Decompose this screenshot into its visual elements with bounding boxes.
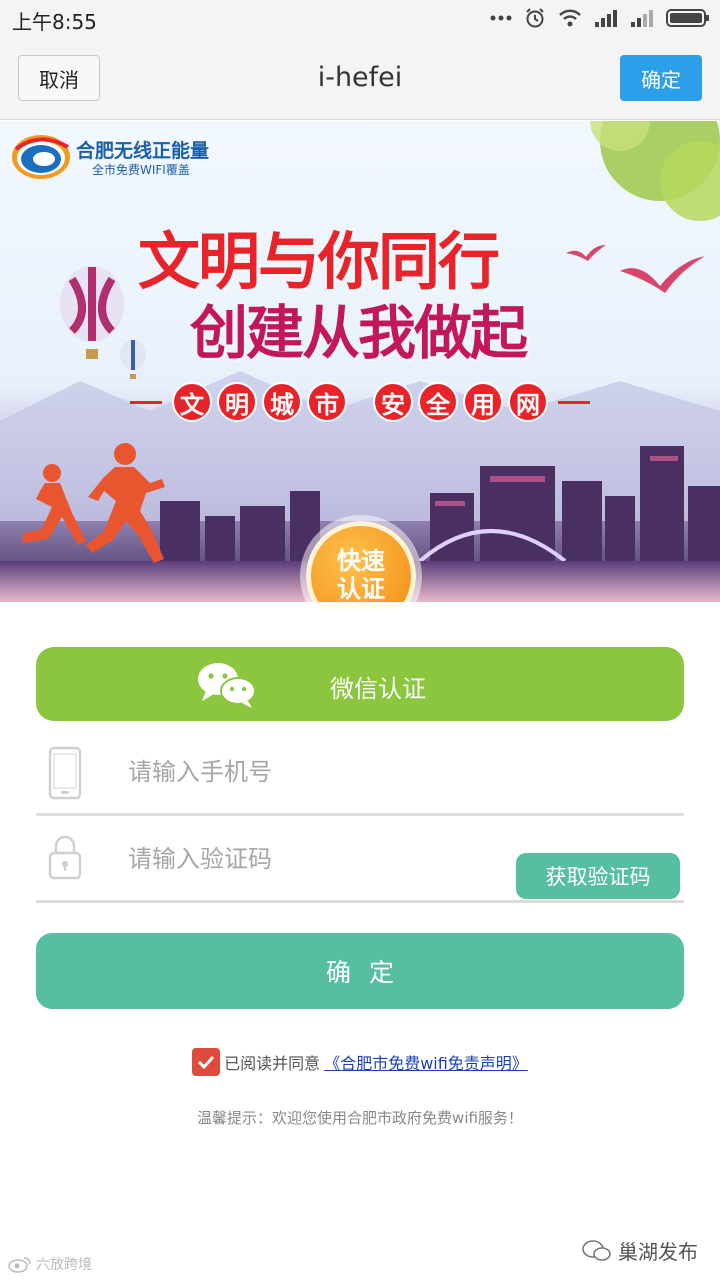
welcome-tip: 温馨提示：欢迎您使用合肥市政府免费wifi服务！ [197, 1109, 523, 1127]
status-icons [490, 7, 710, 29]
tag-char: 明 [217, 382, 257, 422]
signal-icon [595, 10, 617, 27]
promo-banner: 合肥无线正能量 全市免费WIFI覆盖 文明与你同行 创建从我做起 文 明 城 市… [0, 121, 720, 602]
wechat-auth-label: 微信认证 [330, 675, 426, 703]
lock-icon [48, 835, 82, 880]
logo-title: 合肥无线正能量 [76, 140, 210, 162]
agree-checkbox[interactable] [192, 1048, 221, 1076]
tag-char: 网 [508, 382, 548, 422]
badge-line-1: 快速 [337, 547, 385, 576]
disclaimer-link[interactable]: 《合肥市免费wifi免责声明》 [324, 1050, 528, 1074]
wifi-icon [559, 9, 581, 27]
more-dots-icon [490, 15, 512, 21]
tag-group-civilized-city: 文 明 城 市 安 全 用 网 [172, 382, 548, 422]
tag-char: 全 [418, 382, 458, 422]
signal-icon-2 [631, 10, 653, 27]
watermark-left-text: 六放跨境 [36, 1257, 92, 1273]
status-time: 上午8:55 [12, 10, 97, 34]
wechat-watermark-icon [582, 1239, 611, 1261]
tag-char: 安 [373, 382, 413, 422]
logo-subtitle: 全市免费WIFI覆盖 [92, 163, 190, 177]
phone-icon [48, 746, 82, 800]
agreement-row: 已阅读并同意 《合肥市免费wifi免责声明》 [0, 1048, 720, 1076]
slogan-line-2: 创建从我做起 [190, 299, 528, 367]
tag-char: 城 [262, 382, 302, 422]
weibo-icon [8, 1257, 31, 1273]
submit-button[interactable]: 确定 [36, 933, 684, 1009]
alarm-icon [526, 8, 544, 28]
tag-char: 市 [307, 382, 347, 422]
status-bar: 上午8:55 [0, 0, 720, 38]
tag-char: 用 [463, 382, 503, 422]
watermark-left: 六放跨境 [8, 1254, 92, 1274]
code-input[interactable] [128, 839, 488, 879]
confirm-button[interactable]: 确定 [620, 55, 702, 101]
battery-icon [666, 9, 709, 27]
checkmark-icon [198, 1055, 215, 1069]
nav-bar: 取消 i-hefei 确定 [0, 38, 720, 120]
agree-prefix: 已阅读并同意 [224, 1054, 321, 1073]
phone-field-row [36, 728, 684, 816]
get-code-button[interactable]: 获取验证码 [516, 853, 680, 899]
hefei-wifi-logo [12, 135, 70, 179]
slogan-tags: 文 明 城 市 安 全 用 网 [130, 379, 590, 425]
phone-input[interactable] [128, 752, 488, 792]
tag-divider-left [130, 400, 162, 404]
tag-divider-right [558, 400, 590, 404]
page-title: i-hefei [317, 62, 403, 93]
badge-line-2: 认证 [337, 575, 385, 602]
tag-char: 文 [172, 382, 212, 422]
watermark-right-text: 巢湖发布 [618, 1240, 698, 1264]
watermark-right: 巢湖发布 [582, 1236, 698, 1265]
wechat-auth-button[interactable]: 微信认证 [36, 647, 684, 721]
code-field-row: 获取验证码 [36, 815, 684, 903]
